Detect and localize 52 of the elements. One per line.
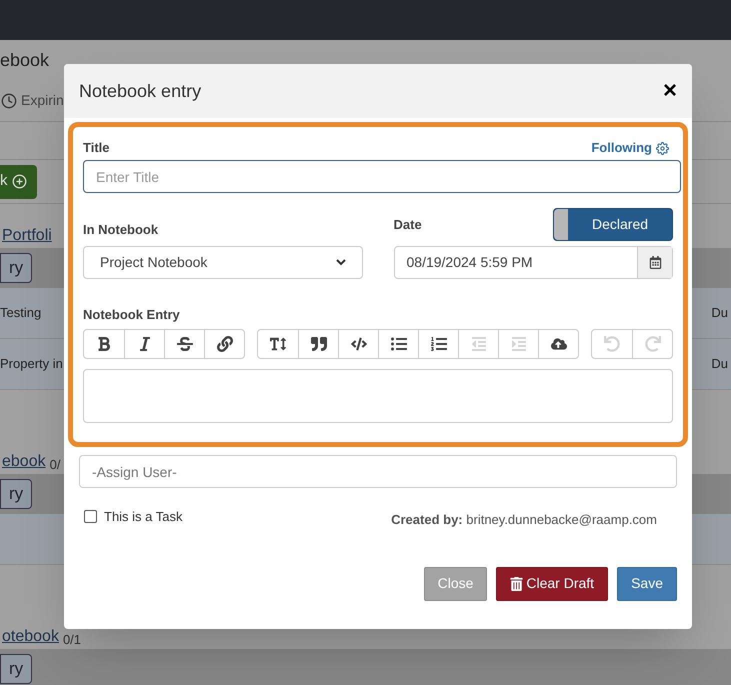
close-button[interactable]: × (662, 79, 677, 103)
numbered-list-icon (430, 336, 446, 352)
clock-icon (1, 92, 17, 108)
entry-count: 0/ (50, 456, 60, 474)
code-icon (350, 336, 366, 352)
redo-icon (644, 336, 660, 352)
indent-icon (510, 336, 526, 352)
chevron-down-icon (336, 259, 346, 266)
field-label: Date (394, 216, 422, 234)
title-field[interactable]: Enter Title (83, 160, 681, 193)
strikethrough-icon (176, 336, 192, 352)
entry-button[interactable]: ry (0, 479, 32, 509)
created-by-text: Created by: britney.dunnebacke@raamp.com (391, 511, 657, 529)
entry-button[interactable]: ry (0, 253, 32, 283)
page-heading: ebook (0, 48, 50, 72)
outdent-icon (470, 336, 486, 352)
link-icon (216, 336, 232, 352)
dialog-title: Notebook entry (79, 80, 202, 103)
clear-draft-button[interactable]: Clear Draft (496, 566, 608, 600)
undo-icon (604, 336, 620, 352)
settings-icon (656, 142, 669, 154)
cloud-upload-icon (550, 336, 566, 352)
field-label: Notebook Entry (83, 306, 181, 324)
row-name: Testing (0, 304, 42, 322)
calendar-icon (648, 256, 662, 269)
date-field[interactable]: 08/19/2024 5:59 PM (394, 246, 673, 279)
page-tab[interactable]: Expirin (21, 90, 64, 111)
quote-icon (310, 336, 326, 352)
row-status: Du (711, 304, 729, 322)
field-label: Title (83, 139, 110, 158)
following-link[interactable]: Following (591, 138, 673, 158)
notebook-link[interactable]: otebook (0, 625, 59, 649)
save-button[interactable]: Save (617, 566, 677, 600)
row-status: Du (711, 355, 729, 374)
entry-button[interactable]: ry (0, 654, 32, 684)
entry-count: 0/1 (62, 630, 82, 648)
bullet-list-icon (390, 336, 406, 352)
notebook-link[interactable]: ebook (0, 450, 46, 474)
notebook-link[interactable]: Portfoli (0, 224, 52, 248)
declared-toggle[interactable]: Declared (553, 208, 673, 241)
field-label: In Notebook (83, 220, 160, 238)
checkbox-label: This is a Task (104, 508, 183, 526)
assign-user-field[interactable]: -Assign User- (79, 455, 677, 488)
plus-icon (12, 174, 26, 189)
bold-icon (96, 336, 112, 352)
text-size-icon (270, 336, 286, 352)
row-name: Property in (0, 355, 63, 374)
toggle-knob (554, 209, 568, 240)
task-checkbox[interactable] (84, 510, 97, 524)
notebook-select[interactable]: Project Notebook (83, 246, 362, 279)
add-button[interactable]: k (0, 164, 36, 198)
trash-icon (510, 576, 524, 590)
